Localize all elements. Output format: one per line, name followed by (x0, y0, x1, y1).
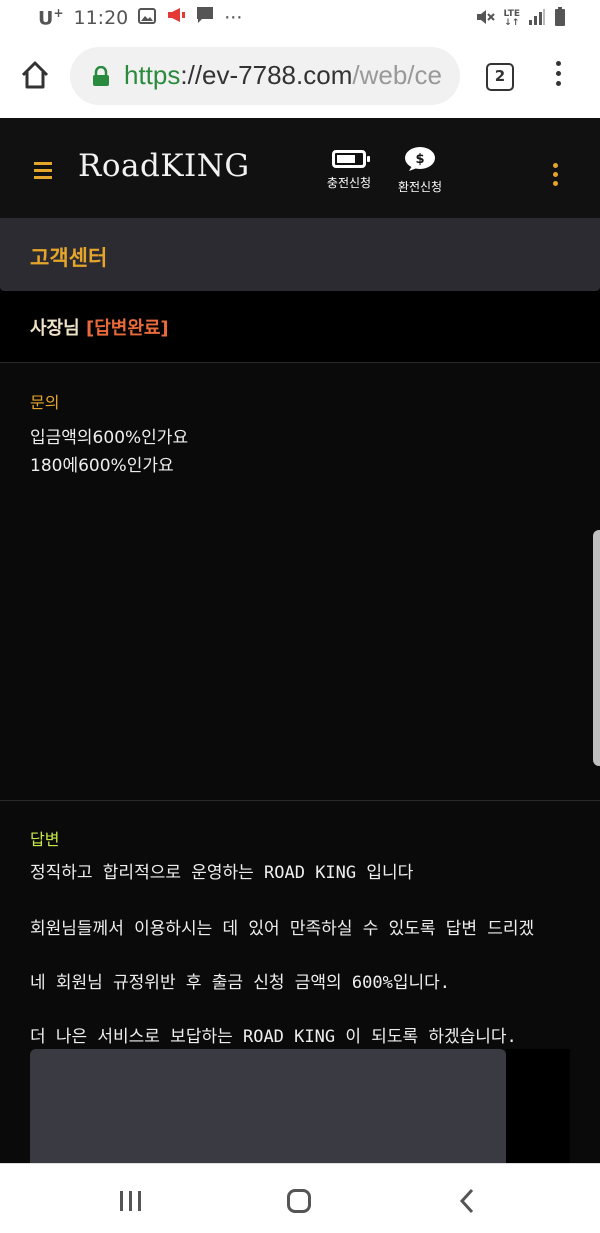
battery-icon (554, 7, 566, 31)
home-button-icon[interactable] (287, 1189, 311, 1213)
exchange-request-button[interactable]: $ 환전신청 (388, 144, 452, 195)
network-type: LTE ↓↑ (503, 9, 520, 28)
answer-line: 더 나은 서비스로 보답하는 ROAD KING 이 되도록 하겠습니다. (30, 1027, 517, 1047)
lock-icon (92, 65, 110, 86)
question-line: 180에600%인가요 (30, 456, 174, 476)
inquiry-subject-row: 사장님 [답변완료] (0, 291, 600, 363)
exchange-request-label: 환전신청 (397, 180, 443, 194)
subject-name: 사장님 (30, 318, 80, 339)
address-bar[interactable]: https://ev-7788.com/web/ce (70, 47, 460, 105)
megaphone-icon (166, 6, 186, 29)
battery-icon (332, 150, 370, 168)
charge-request-button[interactable]: 충전신청 (317, 144, 381, 191)
image-icon (138, 7, 157, 29)
logo[interactable]: RoadKING (78, 148, 250, 184)
page-title: 고객센터 (30, 246, 108, 270)
message-icon (196, 6, 214, 29)
system-nav-bar (0, 1163, 600, 1233)
carrier-label: U+ (38, 6, 64, 30)
url-text: https://ev-7788.com/web/ce (124, 60, 442, 90)
answer-image (30, 1049, 506, 1163)
page-title-band: 고객센터 (0, 218, 600, 291)
signal-icon (528, 8, 546, 30)
answer-line: 회원님들께서 이용하시는 데 있어 만족하실 수 있도록 답변 드리겠 (30, 919, 535, 939)
answer-section: 답변 정직하고 합리적으로 운영하는 ROAD KING 입니다 회원님들께서 … (0, 801, 600, 1163)
question-label: 문의 (30, 393, 60, 412)
recent-apps-icon[interactable] (120, 1191, 142, 1211)
more-options-icon[interactable] (553, 163, 559, 190)
question-section: 문의 입금액의600%인가요 180에600%인가요 (0, 363, 600, 801)
inquiry-subject: 사장님 [답변완료] (30, 314, 169, 340)
question-line: 입금액의600%인가요 (30, 428, 189, 448)
app-header: RoadKING 충전신청 $ 환전신청 (0, 118, 600, 218)
tab-switcher-button[interactable]: 2 (486, 63, 514, 91)
status-badge: [답변완료] (85, 318, 169, 339)
dollar-bubble-icon: $ (404, 146, 436, 172)
mute-icon (475, 8, 496, 30)
more-notifications: ··· (224, 6, 243, 29)
answer-label: 답변 (30, 830, 60, 849)
hamburger-menu-icon[interactable] (34, 162, 52, 179)
browser-toolbar: https://ev-7788.com/web/ce 2 (0, 36, 600, 118)
answer-line: 네 회원님 규정위반 후 출금 신청 금액의 600%입니다. (30, 973, 450, 993)
scroll-handle[interactable] (593, 530, 600, 766)
back-icon[interactable] (458, 1188, 476, 1214)
browser-menu-icon[interactable] (552, 61, 564, 95)
home-icon[interactable] (18, 58, 52, 92)
status-bar: U+ 11:20 ··· LTE ↓↑ (0, 0, 600, 36)
answer-line: 정직하고 합리적으로 운영하는 ROAD KING 입니다 (30, 863, 414, 883)
svg-text:$: $ (415, 152, 424, 167)
charge-request-label: 충전신청 (326, 176, 372, 190)
answer-image-margin (506, 1049, 570, 1163)
clock: 11:20 (73, 6, 129, 29)
